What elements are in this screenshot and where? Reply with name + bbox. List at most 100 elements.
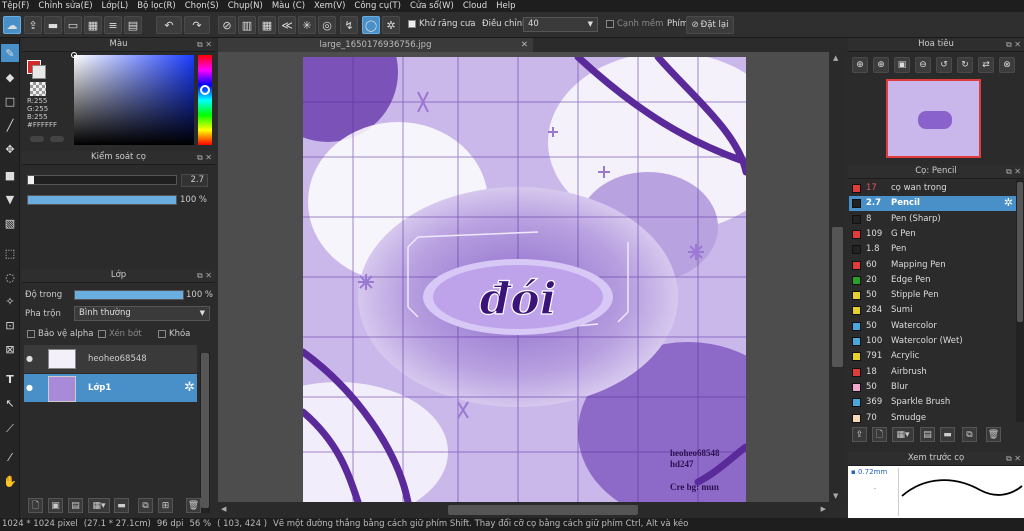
- add-layer-menu-icon[interactable]: ▦▾: [88, 498, 110, 513]
- gear-icon[interactable]: ✲: [1004, 196, 1013, 209]
- scroll-up-icon[interactable]: ▲: [833, 54, 838, 62]
- brush-item[interactable]: 100 Watercolor (Wet): [849, 334, 1016, 349]
- layer-row[interactable]: ● heoheo68548: [24, 345, 197, 373]
- eraser-tool-icon[interactable]: ◆: [1, 68, 19, 86]
- layer-opacity-slider[interactable]: [74, 290, 184, 300]
- dropper-tool-icon[interactable]: ⟋: [1, 420, 19, 438]
- panel-float-close-icon[interactable]: ⧉ ✕: [1006, 165, 1021, 178]
- flip-icon[interactable]: ⇄: [978, 57, 994, 73]
- color-mode-button-2[interactable]: [50, 136, 64, 142]
- menu-tools[interactable]: Công cụ(T): [354, 1, 401, 11]
- layer-row[interactable]: ● Lớp1 ✲: [24, 374, 197, 402]
- new-layer-icon[interactable]: 🗋: [28, 498, 43, 513]
- select-area-icon[interactable]: ⬚: [1, 244, 19, 262]
- move-tool-icon[interactable]: ✥: [1, 140, 19, 158]
- brush-item[interactable]: 2.7 Pencil ✲: [849, 196, 1016, 212]
- clipping-checkbox[interactable]: Xén bớt: [98, 329, 142, 339]
- bucket-tool-icon[interactable]: ▼: [1, 190, 19, 208]
- select-pen-icon[interactable]: ⊡: [1, 316, 19, 334]
- circle-snap-icon[interactable]: ◯: [362, 16, 380, 34]
- brush-item[interactable]: 60 Mapping Pen: [849, 258, 1016, 273]
- eyedropper-icon[interactable]: ⁄: [1, 448, 19, 466]
- brush-size-slider[interactable]: [27, 175, 177, 185]
- text-tool-icon[interactable]: T: [1, 370, 19, 388]
- smooth-edge-checkbox[interactable]: Cạnh mềm: [606, 19, 663, 29]
- scroll-right-icon[interactable]: ▶: [821, 505, 826, 513]
- operation-tool-icon[interactable]: ↖: [1, 394, 19, 412]
- panel-float-close-icon[interactable]: ⧉ ✕: [197, 151, 212, 164]
- brush-item[interactable]: 791 Acrylic: [849, 349, 1016, 364]
- gradient-tool-icon[interactable]: ▧: [1, 214, 19, 232]
- saturation-value-picker[interactable]: [71, 52, 194, 145]
- new-folder-icon[interactable]: ▬: [114, 498, 129, 513]
- menu-edit[interactable]: Chỉnh sửa(E): [38, 1, 92, 11]
- menu-view[interactable]: Xem(V): [314, 1, 345, 11]
- menu-window[interactable]: Cửa sổ(W): [410, 1, 454, 11]
- brush-tool-icon[interactable]: ✎: [1, 44, 19, 62]
- brush-menu-icon[interactable]: ▦▾: [892, 427, 914, 442]
- new-brush-icon[interactable]: 🗋: [872, 427, 887, 442]
- reset-button[interactable]: ⊘ Đặt lại: [686, 16, 734, 34]
- menu-layer[interactable]: Lớp(L): [102, 1, 129, 11]
- rotate-right-icon[interactable]: ↻: [957, 57, 973, 73]
- close-icon[interactable]: ✕: [521, 38, 528, 52]
- scroll-down-icon[interactable]: ▼: [833, 492, 838, 500]
- transparent-swatch[interactable]: [30, 82, 46, 96]
- new-layer-1bit-icon[interactable]: ▤: [68, 498, 83, 513]
- artwork[interactable]: đói heoheo68548 hd247 Cre bg: mun: [218, 52, 846, 502]
- color-mode-button-1[interactable]: [30, 136, 44, 142]
- antialias-check-icon[interactable]: [408, 19, 416, 28]
- menu-filter[interactable]: Bộ lọc(R): [137, 1, 176, 11]
- panel-float-close-icon[interactable]: ⧉ ✕: [197, 38, 212, 51]
- foreground-color-swatch[interactable]: [32, 65, 46, 79]
- menu-color[interactable]: Màu (C): [272, 1, 305, 11]
- adjust-dropdown[interactable]: 40 ▼: [523, 17, 598, 32]
- menu-capture[interactable]: Chụp(N): [228, 1, 263, 11]
- panel-float-close-icon[interactable]: ⧉ ✕: [1006, 38, 1021, 51]
- brush-size-value[interactable]: 2.7: [181, 174, 208, 187]
- radial-snap-icon[interactable]: ✳: [298, 16, 316, 34]
- brush-cloud-icon[interactable]: ⇪: [852, 427, 867, 442]
- share-icon[interactable]: ⇪: [24, 16, 42, 34]
- zoom-in-icon[interactable]: ⊕: [852, 57, 868, 73]
- menu-select[interactable]: Chọn(S): [185, 1, 219, 11]
- brush-item[interactable]: 50 Blur: [849, 380, 1016, 395]
- brush-item[interactable]: 70 Smudge: [849, 411, 1016, 426]
- brush-item[interactable]: 17 cọ wan trọng: [849, 181, 1016, 196]
- eye-icon[interactable]: ●: [26, 383, 33, 392]
- brush-folder-icon[interactable]: ▬: [940, 427, 955, 442]
- merge-layer-icon[interactable]: ⊞: [158, 498, 173, 513]
- document-tab[interactable]: large_1650176936756.jpg ✕: [218, 38, 533, 52]
- perspective-snap-icon[interactable]: ≪: [278, 16, 296, 34]
- smooth-edge-check-icon[interactable]: [606, 19, 614, 28]
- gear-icon[interactable]: ✲: [184, 380, 195, 395]
- eye-icon[interactable]: ●: [26, 354, 33, 363]
- antialias-checkbox[interactable]: Khử răng cưa: [408, 19, 476, 29]
- undo-icon[interactable]: ↶: [156, 16, 182, 34]
- duplicate-brush-icon[interactable]: ⧉: [962, 427, 977, 442]
- panel-float-close-icon[interactable]: ⧉ ✕: [1006, 452, 1021, 465]
- layer-scrollbar-thumb[interactable]: [201, 353, 209, 508]
- brush-item[interactable]: 109 G Pen: [849, 227, 1016, 242]
- brush-item[interactable]: 369 Sparkle Brush: [849, 395, 1016, 410]
- cloud-icon[interactable]: ☁: [3, 16, 21, 34]
- gear-snap-icon[interactable]: ✲: [382, 16, 400, 34]
- hue-slider-handle[interactable]: [200, 85, 210, 95]
- grid-snap-icon[interactable]: ▦: [258, 16, 276, 34]
- curve-snap-icon[interactable]: ↯: [340, 16, 358, 34]
- reset-view-icon[interactable]: ⊗: [999, 57, 1015, 73]
- grid-icon[interactable]: ▦: [84, 16, 102, 34]
- brush-item[interactable]: 20 Edge Pen: [849, 273, 1016, 288]
- zoom-in-alt-icon[interactable]: ⊕: [873, 57, 889, 73]
- panel-float-close-icon[interactable]: ⧉ ✕: [197, 269, 212, 282]
- protect-alpha-check-icon[interactable]: [27, 329, 35, 338]
- parallel-snap-icon[interactable]: ▥: [238, 16, 256, 34]
- brush-item[interactable]: 50 Stipple Pen: [849, 288, 1016, 303]
- rotate-left-icon[interactable]: ↺: [936, 57, 952, 73]
- brush-item[interactable]: 50 Watercolor: [849, 319, 1016, 334]
- redo-icon[interactable]: ↷: [184, 16, 210, 34]
- delete-layer-icon[interactable]: 🗑: [186, 498, 201, 513]
- menu-cloud[interactable]: Cloud: [463, 1, 487, 11]
- hand-tool-icon[interactable]: ✋: [1, 472, 19, 490]
- canvas-vertical-scrollbar[interactable]: ▲ ▼: [829, 52, 846, 502]
